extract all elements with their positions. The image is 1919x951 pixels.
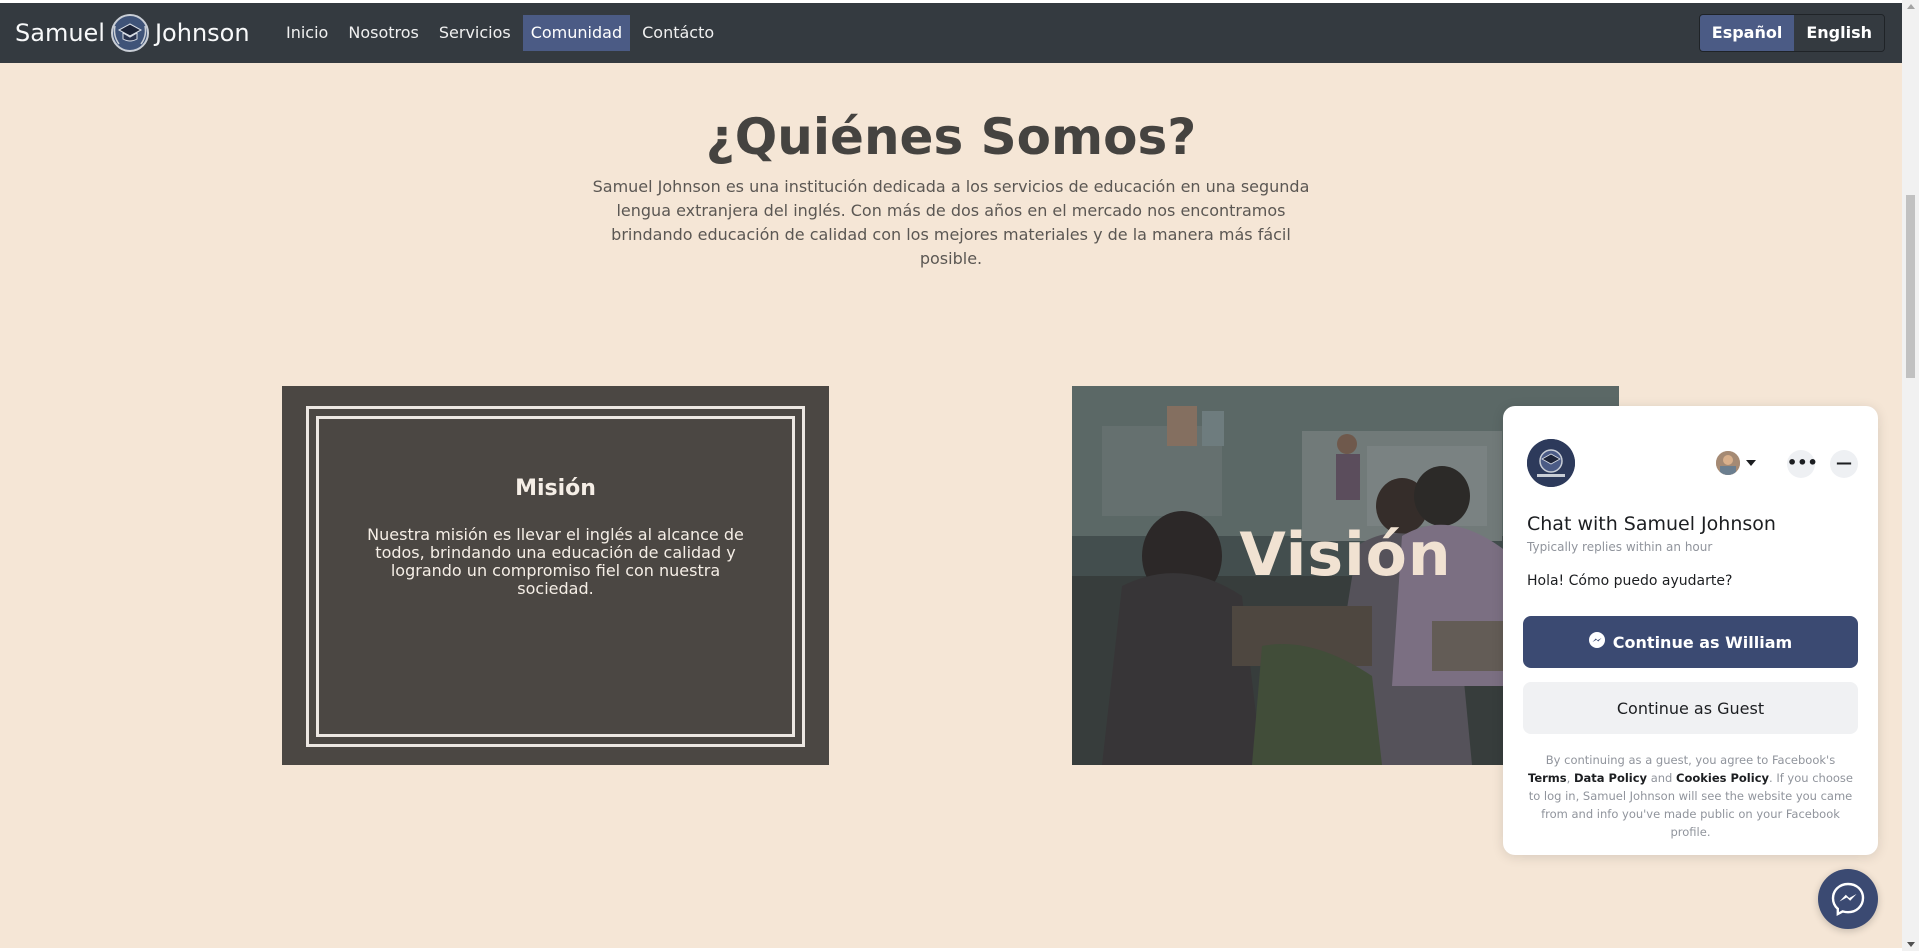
page-viewport: Samuel Johnson Inicio Nosotros Servicios… [0, 3, 1902, 948]
caret-down-icon [1746, 460, 1756, 466]
language-english-button[interactable]: English [1794, 15, 1884, 51]
chat-reply-time: Typically replies within an hour [1527, 540, 1713, 554]
data-policy-link[interactable]: Data Policy [1574, 771, 1647, 785]
facebook-chat-widget: ••• — Chat with Samuel Johnson Typically… [1503, 406, 1878, 855]
continue-as-guest-button[interactable]: Continue as Guest [1523, 682, 1858, 734]
page-scrollbar[interactable] [1902, 0, 1919, 951]
nav-link-comunidad[interactable]: Comunidad [522, 15, 631, 51]
cookies-policy-link[interactable]: Cookies Policy [1676, 771, 1769, 785]
chat-legal-text: By continuing as a guest, you agree to F… [1528, 753, 1853, 839]
user-avatar [1716, 451, 1740, 475]
nav-link-nosotros[interactable]: Nosotros [340, 15, 427, 51]
continue-as-user-button[interactable]: Continue as William [1523, 616, 1858, 668]
account-switcher[interactable] [1716, 450, 1766, 476]
continue-as-guest-label: Continue as Guest [1616, 698, 1765, 718]
legal-and: and [1650, 771, 1673, 785]
about-heading: ¿Quiénes Somos? [705, 108, 1197, 166]
nav-link-contacto[interactable]: Contácto [634, 15, 722, 51]
brand-name-first: Samuel [15, 19, 105, 47]
language-spanish-button[interactable]: Español [1699, 15, 1795, 51]
scroll-down-arrow-icon[interactable] [1907, 942, 1915, 947]
mission-card: Misión Nuestra misión es llevar el inglé… [282, 386, 829, 765]
main-nav: Inicio Nosotros Servicios Comunidad Cont… [278, 15, 726, 51]
about-intro-text: Samuel Johnson es una institución dedica… [592, 177, 1310, 268]
scrollbar-thumb[interactable] [1906, 195, 1915, 378]
graduation-cap-shield-icon [109, 12, 151, 54]
minimize-button[interactable]: — [1830, 450, 1858, 478]
language-switcher: Español English [1698, 14, 1885, 52]
messenger-icon [1588, 632, 1605, 652]
page-avatar [1527, 439, 1575, 487]
legal-prefix: By continuing as a guest, you agree to F… [1545, 753, 1836, 767]
scroll-up-arrow-icon[interactable] [1907, 4, 1915, 9]
more-options-button[interactable]: ••• [1787, 450, 1818, 478]
nav-link-inicio[interactable]: Inicio [278, 15, 336, 51]
brand-logo-link[interactable]: Samuel Johnson [15, 14, 250, 52]
mission-text: Nuestra misión es llevar el inglés al al… [367, 525, 744, 598]
continue-as-user-label: Continue as William [1612, 632, 1793, 652]
chat-title: Chat with Samuel Johnson [1527, 513, 1776, 535]
top-navbar: Samuel Johnson Inicio Nosotros Servicios… [0, 3, 1902, 63]
mission-title: Misión [515, 476, 596, 501]
brand-name-last: Johnson [154, 19, 250, 47]
messenger-launcher-button[interactable] [1818, 869, 1878, 929]
chat-greeting: Hola! Cómo puedo ayudarte? [1527, 573, 1733, 589]
messenger-icon [1830, 881, 1866, 921]
nav-link-servicios[interactable]: Servicios [431, 15, 519, 51]
terms-link[interactable]: Terms [1528, 771, 1567, 785]
